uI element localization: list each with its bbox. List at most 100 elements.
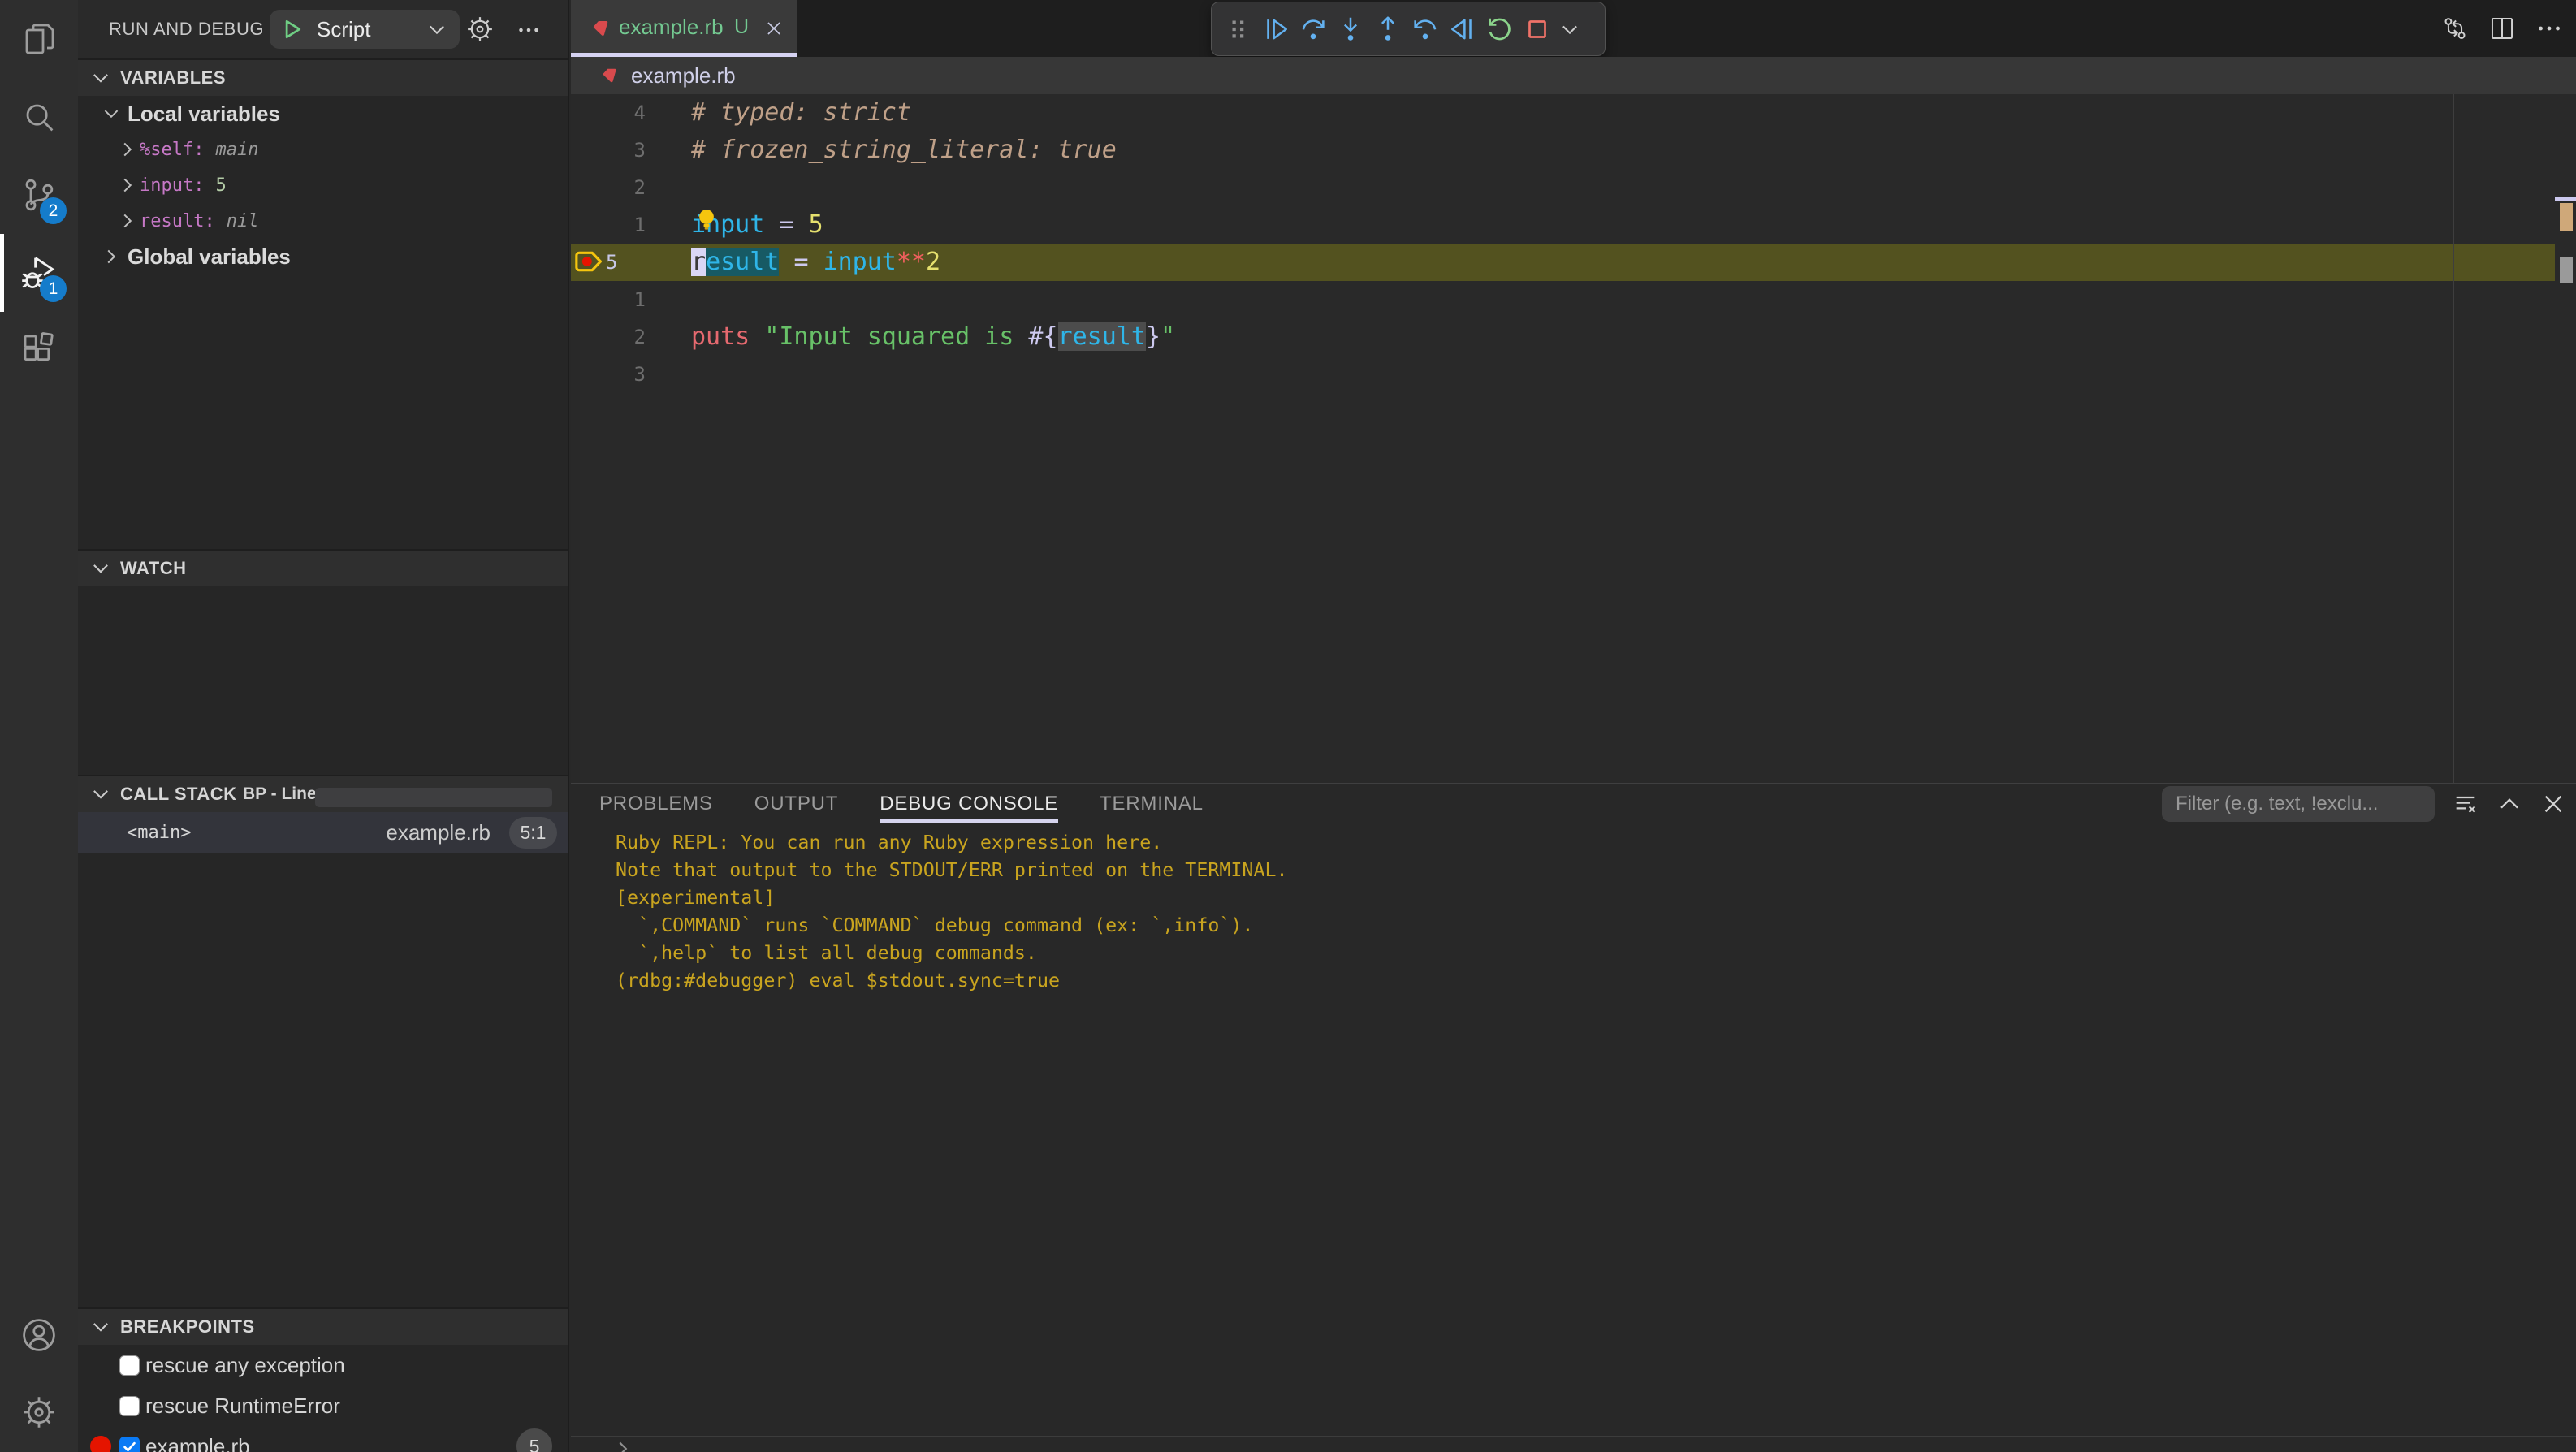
variable-name: %self: (140, 139, 205, 160)
section-header-breakpoints[interactable]: BREAKPOINTS (78, 1307, 568, 1345)
activity-search[interactable] (0, 78, 78, 156)
search-icon (26, 104, 54, 132)
debug-step-over-button[interactable] (1294, 8, 1332, 50)
more-actions-icon[interactable] (2535, 15, 2563, 42)
console-line: Note that output to the STDOUT/ERR print… (616, 859, 1288, 881)
restart-icon (1489, 18, 1511, 40)
chevron-right-icon (123, 214, 132, 228)
code-line: 4 # typed: strict (571, 94, 2555, 132)
bottom-panel: PROBLEMS OUTPUT DEBUG CONSOLE TERMINAL F… (571, 783, 2576, 1452)
split-editor-icon[interactable] (2488, 15, 2516, 42)
clear-console-button[interactable] (2453, 791, 2479, 817)
step-back-icon (1414, 19, 1437, 39)
vscode-window: 2 1 RUN AND DEBUG Script VARIABLES Local… (0, 0, 2576, 1452)
section-header-variables[interactable]: VARIABLES (78, 58, 568, 96)
debug-toolbar-drag-handle[interactable] (1220, 8, 1257, 50)
code-text: puts "Input squared is #{result}" (691, 322, 1176, 351)
continue-icon (1267, 19, 1287, 39)
section-header-call-stack[interactable]: CALL STACK BP - Line (78, 775, 568, 812)
stack-frame-row[interactable]: <main> example.rb 5:1 (78, 812, 568, 853)
tab-example-rb[interactable]: example.rb U (571, 0, 797, 57)
ruby-file-icon (603, 68, 616, 83)
section-title: WATCH (120, 558, 187, 578)
panel-tab-problems[interactable]: PROBLEMS (599, 784, 713, 823)
stack-frame-name: <main> (127, 822, 192, 843)
sidebar-header: RUN AND DEBUG Script (78, 0, 568, 58)
overview-ruler-selection-mark (2560, 257, 2573, 283)
variable-row-input[interactable]: input: 5 (78, 167, 568, 203)
debug-stop-button[interactable] (1519, 8, 1556, 50)
chevron-down-icon (104, 110, 119, 119)
tab-bar: example.rb U (571, 0, 2576, 57)
variable-name: input: (140, 175, 205, 196)
section-title: BREAKPOINTS (120, 1316, 255, 1337)
open-changes-icon[interactable] (2441, 15, 2469, 42)
chevron-down-icon (430, 25, 444, 35)
views-more-actions-icon[interactable] (516, 18, 541, 42)
debug-step-into-button[interactable] (1332, 8, 1369, 50)
breadcrumb-item[interactable]: example.rb (631, 63, 736, 89)
variable-row-result[interactable]: result: nil (78, 203, 568, 239)
chevron-right-icon (123, 142, 132, 157)
code-line-current: 5 result = input**2 (571, 244, 2555, 281)
close-icon[interactable] (763, 18, 784, 39)
line-number: 3 (633, 363, 646, 386)
maximize-panel-button[interactable] (2496, 791, 2522, 817)
activity-explorer[interactable] (0, 0, 78, 78)
console-line: `,help` to list all debug commands. (616, 942, 1037, 964)
line-number: 2 (633, 176, 646, 199)
debug-continue-button[interactable] (1257, 8, 1294, 50)
code-text: # frozen_string_literal: true (691, 136, 1117, 164)
debug-step-out-button[interactable] (1369, 8, 1407, 50)
console-input-row[interactable] (571, 1436, 2576, 1452)
start-debug-icon[interactable] (280, 17, 305, 41)
debug-more-actions-button[interactable] (1556, 8, 1584, 50)
debug-reverse-continue-button[interactable] (1444, 8, 1481, 50)
line-number: 3 (633, 139, 646, 162)
lightbulb-icon[interactable] (695, 207, 718, 232)
activity-settings[interactable] (0, 1373, 78, 1451)
panel-tab-debug-console[interactable]: DEBUG CONSOLE (880, 784, 1058, 823)
debug-step-back-button[interactable] (1407, 8, 1444, 50)
breakpoint-row-exception[interactable]: rescue any exception (78, 1345, 568, 1385)
files-icon (25, 24, 54, 54)
gear-icon (24, 1397, 54, 1428)
breakpoint-row-example-rb[interactable]: example.rb 5 (78, 1426, 568, 1452)
call-stack-state: BP - Line (243, 784, 317, 803)
call-stack-progress-bar (315, 788, 552, 807)
debug-console-output[interactable]: Ruby REPL: You can run any Ruby expressi… (616, 829, 1288, 995)
checkmark-icon (123, 1441, 136, 1451)
step-into-icon (1343, 17, 1358, 41)
activity-run-and-debug[interactable]: 1 (0, 234, 78, 312)
account-icon (23, 1319, 55, 1351)
checkbox-checked[interactable] (119, 1436, 140, 1452)
launch-config-label: Script (317, 16, 371, 41)
chevron-right-icon (123, 178, 132, 192)
checkbox-unchecked[interactable] (119, 1395, 140, 1416)
panel-tab-output[interactable]: OUTPUT (754, 784, 838, 823)
debug-restart-button[interactable] (1481, 8, 1519, 50)
overview-ruler-stackframe-mark (2560, 203, 2573, 231)
step-over-icon (1302, 19, 1325, 39)
launch-config-dropdown[interactable]: Script (270, 10, 460, 49)
console-line: `,COMMAND` runs `COMMAND` debug command … (616, 914, 1254, 936)
close-panel-button[interactable] (2540, 791, 2566, 817)
clear-console-icon (2456, 796, 2476, 813)
breakpoint-row-runtime-error[interactable]: rescue RuntimeError (78, 1385, 568, 1426)
panel-tab-terminal[interactable]: TERMINAL (1100, 784, 1204, 823)
breadcrumbs[interactable]: example.rb (571, 57, 2576, 94)
sidebar-run-and-debug: RUN AND DEBUG Script VARIABLES Local var… (78, 0, 569, 1452)
debug-settings-gear-icon[interactable] (465, 14, 495, 45)
checkbox-unchecked[interactable] (119, 1355, 140, 1376)
scope-global-variables[interactable]: Global variables (78, 239, 568, 274)
code-editor[interactable]: 4 # typed: strict 3 # frozen_string_lite… (571, 94, 2576, 783)
variable-value: nil (226, 210, 259, 231)
console-filter-input[interactable]: Filter (e.g. text, !exclu... (2162, 785, 2435, 822)
scope-local-variables[interactable]: Local variables (78, 96, 568, 132)
code-text: # typed: strict (691, 98, 911, 127)
activity-accounts[interactable] (0, 1296, 78, 1374)
variable-row-self[interactable]: %self: main (78, 132, 568, 167)
section-header-watch[interactable]: WATCH (78, 549, 568, 586)
activity-source-control[interactable]: 2 (0, 156, 78, 234)
activity-extensions[interactable] (0, 312, 78, 390)
